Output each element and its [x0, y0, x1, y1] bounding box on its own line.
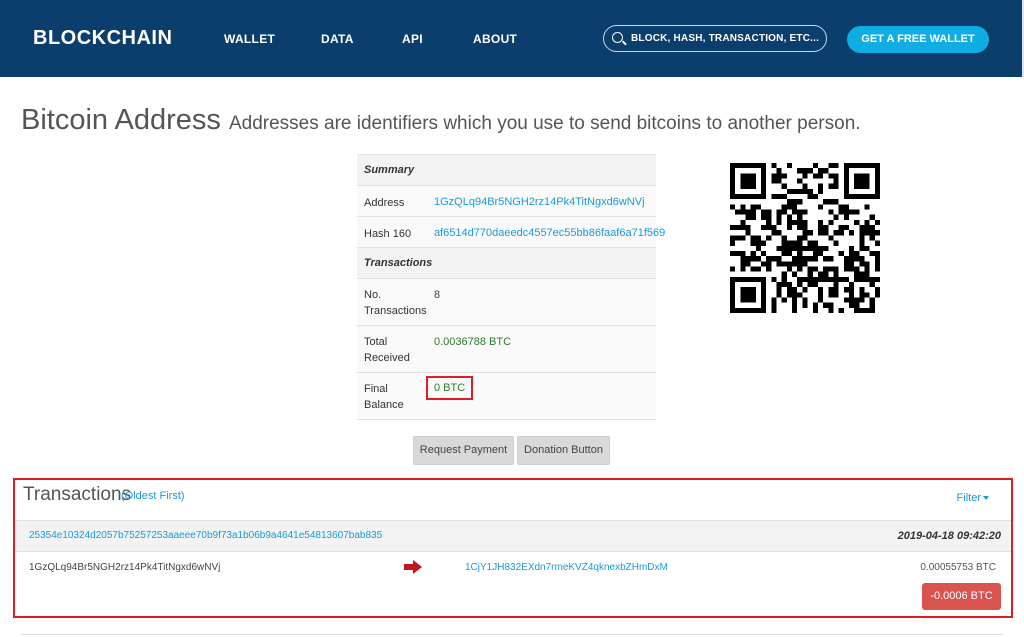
address-label: Address [364, 197, 405, 209]
request-payment-button[interactable]: Request Payment [413, 436, 514, 465]
caret-down-icon [983, 496, 989, 501]
summary-bottom-border [357, 419, 656, 420]
nav-data[interactable]: DATA [321, 32, 354, 46]
get-free-wallet-button[interactable]: GET A FREE WALLET [847, 26, 989, 53]
hash160-row: Hash 160 af6514d770daeedc4557ec55bb86faa… [357, 216, 665, 247]
transaction-to-address-link[interactable]: 1CjY1JH832EXdn7rmeKVZ4qknexbZHmDxM [465, 562, 668, 573]
page-subtitle: Addresses are identifiers which you use … [228, 113, 861, 134]
donation-button[interactable]: Donation Button [517, 436, 610, 465]
final-balance-value: 0 BTC [426, 376, 474, 400]
num-transactions-row: No. Transactions 8 [357, 278, 656, 325]
transaction-hash-link[interactable]: 25354e10324d2057b75257253aaeee70b9f73a1b… [29, 530, 382, 541]
address-qr-code [730, 163, 880, 313]
transactions-section-header: Transactions [357, 247, 656, 278]
transaction-output-amount: 0.00055753 BTC [920, 562, 996, 573]
nav-api[interactable]: API [402, 32, 423, 46]
top-navbar: BLOCKCHAIN WALLET DATA API ABOUT BLOCK, … [0, 0, 1024, 77]
nav-about[interactable]: ABOUT [473, 32, 517, 46]
total-received-row: Total Received 0.0036788 BTC [357, 325, 656, 372]
transaction-timestamp: 2019-04-18 09:42:20 [897, 530, 1001, 542]
num-transactions-label: No. Transactions [364, 289, 427, 317]
page-title-text: Bitcoin Address [21, 104, 221, 136]
summary-section-label: Summary [364, 164, 415, 176]
filter-label: Filter [956, 492, 981, 504]
page-divider [21, 634, 1003, 635]
transaction-total-badge[interactable]: -0.0006 BTC [922, 583, 1001, 610]
final-balance-row: Final Balance 0 BTC [357, 372, 656, 419]
address-value-link[interactable]: 1GzQLq94Br5NGH2rz14Pk4TitNgxd6wNVj [434, 196, 645, 208]
transaction-header-row: 25354e10324d2057b75257253aaeee70b9f73a1b… [15, 520, 1011, 552]
transactions-section-label: Transactions [364, 257, 433, 269]
arrow-right-icon [404, 560, 422, 574]
search-placeholder: BLOCK, HASH, TRANSACTION, ETC... [631, 33, 820, 44]
transaction-from-address: 1GzQLq94Br5NGH2rz14Pk4TitNgxd6wNVj [29, 562, 221, 573]
num-transactions-value: 8 [434, 289, 441, 301]
transactions-order-link[interactable]: (Oldest First) [121, 490, 185, 502]
blockchain-logo[interactable]: BLOCKCHAIN [33, 27, 172, 50]
total-received-label: Total Received [364, 336, 410, 364]
final-balance-label: Final Balance [364, 383, 404, 411]
hash160-value-link[interactable]: af6514d770daeedc4557ec55bb86faaf6a71f569 [434, 227, 665, 239]
search-input[interactable]: BLOCK, HASH, TRANSACTION, ETC... [603, 25, 827, 52]
address-row: Address 1GzQLq94Br5NGH2rz14Pk4TitNgxd6wN… [357, 185, 656, 216]
nav-wallet[interactable]: WALLET [224, 32, 275, 46]
summary-section-header: Summary [357, 154, 656, 185]
total-received-value: 0.0036788 BTC [434, 336, 512, 348]
address-summary-table: Summary Address 1GzQLq94Br5NGH2rz14Pk4Ti… [357, 154, 665, 420]
transactions-title: Transactions [23, 484, 132, 505]
transactions-panel: Transactions (Oldest First) Filter 25354… [13, 478, 1013, 618]
hash160-label: Hash 160 [364, 228, 412, 240]
page-title: Bitcoin Address Addresses are identifier… [21, 104, 861, 137]
filter-dropdown[interactable]: Filter [957, 492, 989, 504]
search-icon [612, 32, 623, 43]
